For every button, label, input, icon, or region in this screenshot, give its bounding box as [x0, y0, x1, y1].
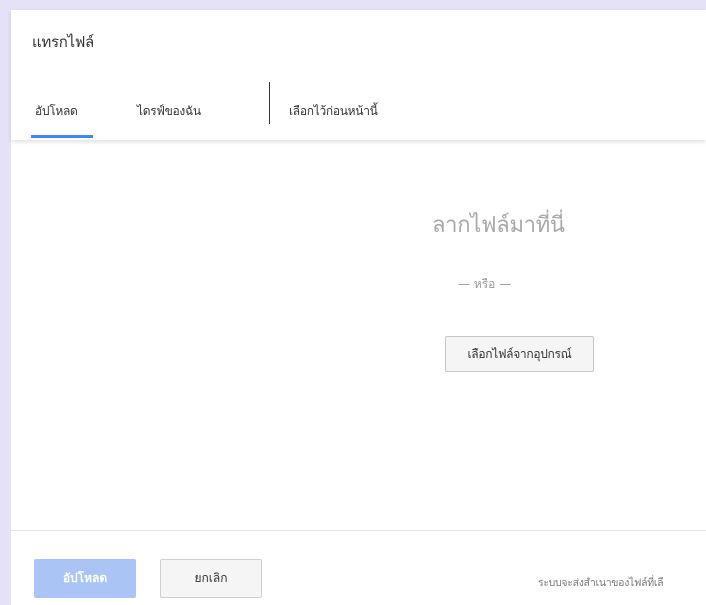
dialog-header: แทรกไฟล์ อัปโหลด ไดรฟ์ของฉัน เลือกไว้ก่อ…: [11, 10, 706, 140]
or-separator: — หรือ —: [458, 277, 512, 291]
dialog-title: แทรกไฟล์: [32, 33, 94, 51]
copy-notice-text: ระบบจะส่งสำเนาของไฟล์ที่เลื: [538, 577, 664, 589]
tab-divider: [269, 82, 270, 124]
upload-button[interactable]: อัปโหลด: [34, 559, 136, 598]
active-tab-indicator: [31, 135, 93, 138]
tab-upload[interactable]: อัปโหลด: [35, 102, 78, 121]
choose-file-button[interactable]: เลือกไฟล์จากอุปกรณ์: [445, 336, 594, 372]
drop-files-text: ลากไฟล์มาที่นี่: [432, 213, 565, 238]
cancel-button[interactable]: ยกเลิก: [160, 559, 262, 598]
tab-previously-selected[interactable]: เลือกไว้ก่อนหน้านี้: [289, 102, 378, 121]
tab-my-drive[interactable]: ไดรฟ์ของฉัน: [137, 102, 201, 121]
footer-divider: [11, 530, 706, 531]
insert-file-dialog: แทรกไฟล์ อัปโหลด ไดรฟ์ของฉัน เลือกไว้ก่อ…: [11, 10, 706, 605]
upload-drop-zone[interactable]: ลากไฟล์มาที่นี่ — หรือ — เลือกไฟล์จากอุป…: [11, 140, 706, 530]
